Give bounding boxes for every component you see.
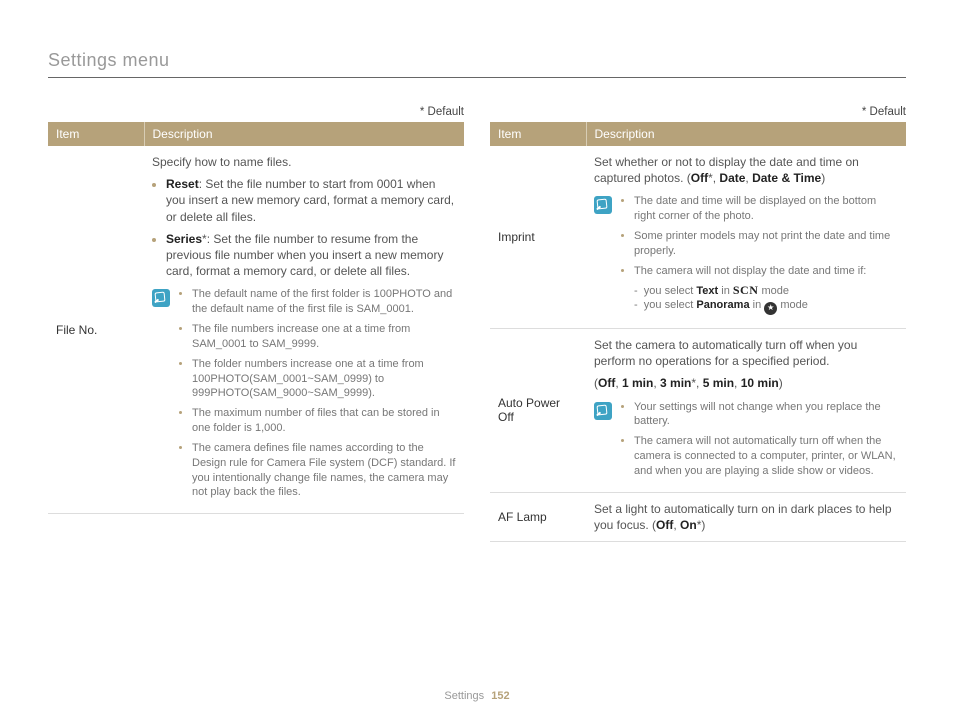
aflamp-desc: Set a light to automatically turn on in … (594, 501, 898, 533)
options-list: Reset: Set the file number to start from… (152, 176, 456, 279)
note-list: The date and time will be displayed on t… (620, 194, 898, 320)
note-box-imprint: The date and time will be displayed on t… (594, 194, 898, 320)
note-icon (152, 289, 170, 307)
scn-mode-label: SCN (733, 283, 759, 297)
note-icon (594, 402, 612, 420)
th-desc: Description (586, 122, 906, 146)
th-item: Item (490, 122, 586, 146)
row-af-lamp: AF Lamp Set a light to automatically tur… (490, 492, 906, 541)
apo-desc: Set the camera to automatically turn off… (594, 337, 898, 369)
item-label: Imprint (490, 146, 586, 328)
note-item: The camera will not automatically turn o… (634, 434, 898, 479)
default-note-left: * Default (48, 106, 464, 118)
default-note-right: * Default (490, 106, 906, 118)
note-item: The camera will not display the date and… (634, 264, 898, 315)
th-item: Item (48, 122, 144, 146)
right-column: * Default Item Description Imprint Set w… (490, 106, 906, 542)
note-list: The default name of the first folder is … (178, 287, 456, 505)
magic-mode-icon (764, 302, 777, 315)
note-icon (594, 196, 612, 214)
item-desc: Set whether or not to display the date a… (586, 146, 906, 328)
opt-series: Series*: Set the file number to resume f… (166, 231, 456, 280)
item-label: AF Lamp (490, 492, 586, 541)
settings-table-right: Item Description Imprint Set whether or … (490, 122, 906, 542)
apo-options: (Off, 1 min, 3 min*, 5 min, 10 min) (594, 375, 898, 391)
table-header-row: Item Description (490, 122, 906, 146)
document-page: Settings menu * Default Item Description… (0, 0, 954, 720)
note-item: Some printer models may not print the da… (634, 229, 898, 259)
item-desc: Set a light to automatically turn on in … (586, 492, 906, 541)
sub-list: you select Text in SCN mode you select P… (634, 282, 898, 315)
item-desc: Set the camera to automatically turn off… (586, 328, 906, 492)
row-imprint: Imprint Set whether or not to display th… (490, 146, 906, 328)
opt-reset: Reset: Set the file number to start from… (166, 176, 456, 225)
imprint-desc: Set whether or not to display the date a… (594, 154, 898, 186)
note-item: The default name of the first folder is … (192, 287, 456, 317)
page-footer: Settings 152 (0, 690, 954, 702)
note-box-fileno: The default name of the first folder is … (152, 287, 456, 505)
intro-line: Specify how to name files. (152, 154, 456, 170)
row-file-no: File No. Specify how to name files. Rese… (48, 146, 464, 514)
sub-item-text: you select Text in SCN mode (634, 282, 898, 299)
note-item: The file numbers increase one at a time … (192, 322, 456, 352)
sub-item-panorama: you select Panorama in mode (634, 298, 898, 315)
th-desc: Description (144, 122, 464, 146)
note-list: Your settings will not change when you r… (620, 400, 898, 484)
footer-section: Settings (444, 690, 484, 702)
left-column: * Default Item Description File No. Spec… (48, 106, 464, 542)
item-desc: Specify how to name files. Reset: Set th… (144, 146, 464, 514)
note-item: The date and time will be displayed on t… (634, 194, 898, 224)
page-title: Settings menu (48, 50, 906, 78)
item-label: File No. (48, 146, 144, 514)
note-box-apo: Your settings will not change when you r… (594, 400, 898, 484)
settings-table-left: Item Description File No. Specify how to… (48, 122, 464, 514)
item-label: Auto Power Off (490, 328, 586, 492)
note-item: Your settings will not change when you r… (634, 400, 898, 430)
note-item: The camera defines file names according … (192, 441, 456, 500)
table-header-row: Item Description (48, 122, 464, 146)
content-columns: * Default Item Description File No. Spec… (48, 106, 906, 542)
row-auto-power-off: Auto Power Off Set the camera to automat… (490, 328, 906, 492)
note-item: The folder numbers increase one at a tim… (192, 357, 456, 402)
footer-page-number: 152 (491, 690, 509, 702)
note-item: The maximum number of files that can be … (192, 406, 456, 436)
